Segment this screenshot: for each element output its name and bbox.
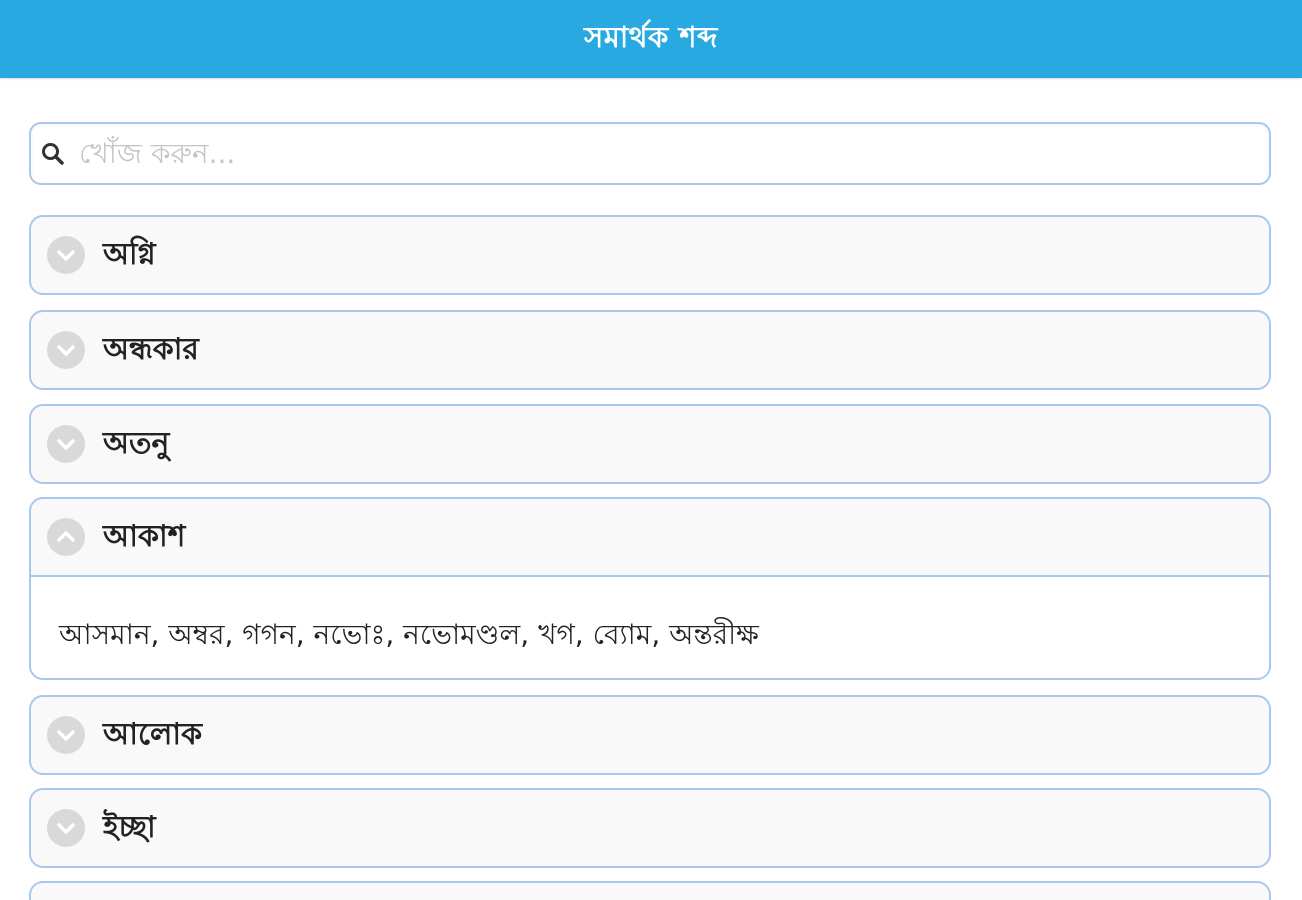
item-title: অগ্নি [103,236,156,272]
list-item-iccha[interactable]: ইচ্ছা [29,788,1271,868]
list-item-agni[interactable]: অগ্নি [29,215,1271,295]
app-header: সমার্থক শব্দ [0,0,1302,78]
item-header[interactable]: আকাশ [31,499,1269,575]
search-input[interactable] [79,128,1269,179]
item-header[interactable]: আলোক [31,697,1269,773]
list-item-akash[interactable]: আকাশ আসমান, অম্বর, গগন, নভোঃ, নভোমণ্ডল, … [29,497,1271,680]
item-title: আলোক [103,716,203,752]
search-box[interactable] [29,122,1271,185]
chevron-down-icon [47,809,85,847]
chevron-down-icon [47,425,85,463]
item-header[interactable]: অতনু [31,406,1269,482]
item-title: ইচ্ছা [103,809,156,845]
item-title: অতনু [103,425,170,461]
item-header[interactable]: অন্ধকার [31,312,1269,388]
item-synonyms: আসমান, অম্বর, গগন, নভোঃ, নভোমণ্ডল, খগ, ব… [59,618,759,651]
list-item-andhokar[interactable]: অন্ধকার [29,310,1271,390]
list-item-partial[interactable] [29,881,1271,900]
list-item-alok[interactable]: আলোক [29,695,1271,775]
chevron-down-icon [47,236,85,274]
chevron-up-icon [47,518,85,556]
chevron-down-icon [47,331,85,369]
search-icon [39,140,67,168]
item-title: আকাশ [103,518,186,554]
item-header[interactable]: অগ্নি [31,217,1269,293]
item-title: অন্ধকার [103,331,199,367]
item-content-panel: আসমান, অম্বর, গগন, নভোঃ, নভোমণ্ডল, খগ, ব… [31,575,1269,678]
page-title: সমার্থক শব্দ [584,19,718,54]
chevron-down-icon [47,716,85,754]
list-item-otonu[interactable]: অতনু [29,404,1271,484]
item-header[interactable]: ইচ্ছা [31,790,1269,866]
